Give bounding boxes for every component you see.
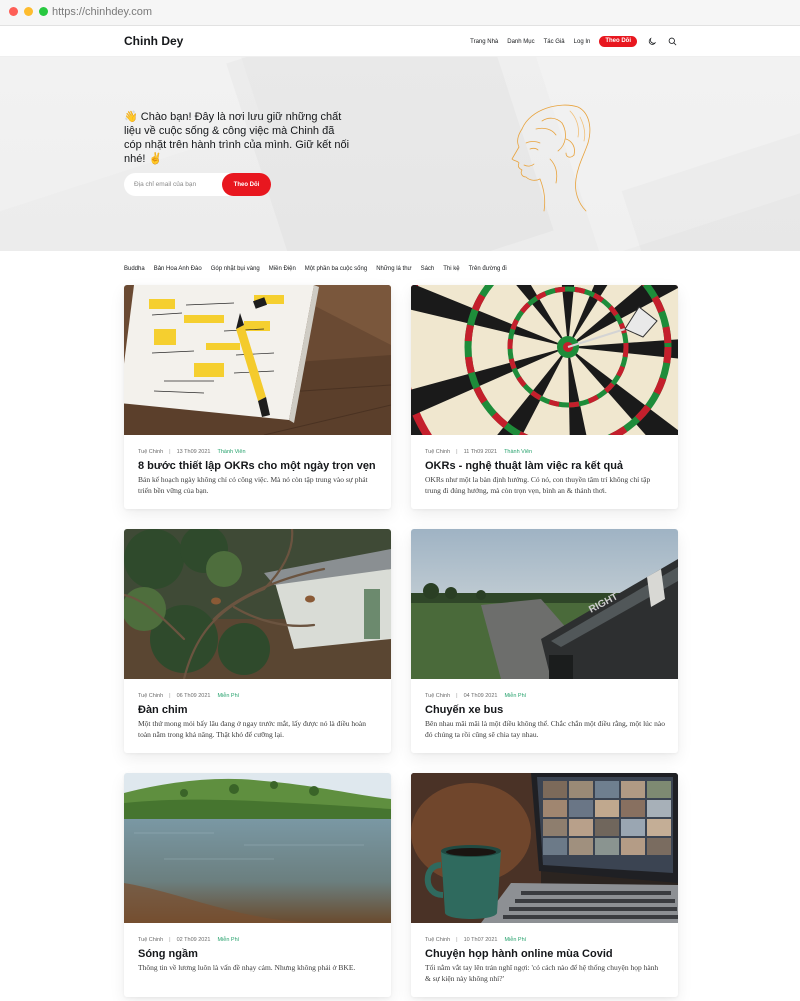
nav-authors[interactable]: Tác Giả — [544, 37, 565, 47]
face-line-art-illustration — [511, 104, 591, 212]
tag-link[interactable]: Buddha — [124, 265, 145, 273]
post-tier-badge: Miễn Phí — [504, 937, 527, 943]
post-author[interactable]: Tuệ Chinh — [138, 693, 163, 699]
search-icon[interactable] — [668, 37, 677, 46]
nav-login[interactable]: Log In — [574, 37, 591, 47]
tag-link[interactable]: Miền Điện — [269, 265, 296, 273]
nav-home[interactable]: Trang Nhà — [470, 37, 498, 47]
post-tier-badge: Thành Viên — [504, 449, 533, 455]
post-excerpt: Một thứ mong mỏi bấy lâu đang ở ngay trư… — [138, 719, 367, 739]
tag-link[interactable]: Trên đường đi — [469, 265, 507, 273]
site-header: Chinh Dey Trang Nhà Danh Mục Tác Giả Log… — [0, 26, 800, 57]
post-tier-badge: Thành Viên — [217, 449, 246, 455]
post-meta: Tuệ Chinh | 06 Th09 2021 Miễn Phí — [138, 693, 240, 699]
window-controls — [9, 7, 48, 16]
post-date: 04 Th09 2021 — [463, 693, 498, 699]
subscribe-button[interactable]: Theo Dõi — [599, 36, 637, 47]
post-excerpt: OKRs như một la bàn định hướng. Có nó, c… — [425, 475, 651, 495]
post-excerpt: Bên nhau mãi mãi là một điều không thể. … — [425, 719, 665, 739]
post-title[interactable]: Sóng ngầm — [138, 947, 378, 961]
subscribe-form: Theo Dõi — [124, 173, 271, 196]
tag-link[interactable]: Bản Hoa Anh Đào — [154, 265, 202, 273]
post-tier-badge: Miễn Phí — [217, 693, 240, 699]
post-card[interactable]: Tuệ Chinh | 06 Th09 2021 Miễn Phí Đàn chim … — [124, 529, 391, 753]
post-author[interactable]: Tuệ Chinh — [425, 693, 450, 699]
post-image-birds — [124, 529, 391, 679]
post-title[interactable]: Đàn chim — [138, 703, 378, 717]
post-author[interactable]: Tuệ Chinh — [425, 449, 450, 455]
post-author[interactable]: Tuệ Chinh — [425, 937, 450, 943]
post-title[interactable]: OKRs - nghệ thuật làm việc ra kết quả — [425, 459, 665, 473]
post-excerpt: Thông tin về lương luôn là vấn đề nhạy c… — [138, 963, 356, 972]
post-image-notebook — [124, 285, 391, 435]
tag-link[interactable]: Góp nhặt bụi vàng — [211, 265, 260, 273]
address-bar[interactable]: https://chinhdey.com — [52, 5, 152, 19]
post-card[interactable]: Tuệ Chinh | 13 Th09 2021 Thành Viên 8 bước … — [124, 285, 391, 509]
post-meta: Tuệ Chinh | 04 Th09 2021 Miễn Phí — [425, 693, 527, 699]
hero-subscribe-button[interactable]: Theo Dõi — [222, 173, 271, 196]
post-meta: Tuệ Chinh | 11 Th09 2021 Thành Viên — [425, 449, 533, 455]
post-author[interactable]: Tuệ Chinh — [138, 937, 163, 943]
post-meta: Tuệ Chinh | 13 Th09 2021 Thành Viên — [138, 449, 246, 455]
tag-link[interactable]: Một phần ba cuộc sống — [305, 265, 367, 273]
post-card[interactable]: Tuệ Chinh | 10 Th07 2021 Miễn Phí Chuyện họ… — [411, 773, 678, 997]
email-field[interactable] — [124, 173, 222, 196]
post-date: 11 Th09 2021 — [463, 449, 498, 455]
site-logo[interactable]: Chinh Dey — [124, 34, 183, 49]
post-title[interactable]: Chuyện họp hành online mùa Covid — [425, 947, 665, 961]
tag-link[interactable]: Những lá thư — [376, 265, 411, 273]
post-date: 02 Th09 2021 — [176, 937, 211, 943]
post-title[interactable]: 8 bước thiết lập OKRs cho một ngày trọn … — [138, 459, 378, 473]
post-card[interactable]: Tuệ Chinh | 02 Th09 2021 Miễn Phí Sóng ngầm… — [124, 773, 391, 997]
nav-categories[interactable]: Danh Mục — [507, 37, 534, 47]
tag-link[interactable]: Sách — [421, 265, 435, 273]
post-excerpt: Tối nằm vắt tay lên trán nghĩ ngợi: 'có … — [425, 963, 659, 983]
post-card[interactable]: Tuệ Chinh | 11 Th09 2021 Thành Viên OKRs - … — [411, 285, 678, 509]
main-nav: Trang Nhà Danh Mục Tác Giả Log In Theo D… — [470, 36, 637, 47]
minimize-window-button[interactable] — [24, 7, 33, 16]
post-date: 13 Th09 2021 — [176, 449, 211, 455]
close-window-button[interactable] — [9, 7, 18, 16]
post-author[interactable]: Tuệ Chinh — [138, 449, 163, 455]
post-meta: Tuệ Chinh | 02 Th09 2021 Miễn Phí — [138, 937, 240, 943]
post-date: 06 Th09 2021 — [176, 693, 211, 699]
tag-link[interactable]: Thi kệ — [443, 265, 459, 273]
moon-icon[interactable] — [648, 37, 657, 46]
browser-toolbar: https://chinhdey.com — [0, 0, 800, 26]
post-tier-badge: Miễn Phí — [504, 693, 527, 699]
post-date: 10 Th07 2021 — [463, 937, 498, 943]
post-tier-badge: Miễn Phí — [217, 937, 240, 943]
post-image-lake — [124, 773, 391, 923]
post-image-bus: RIGHT — [411, 529, 678, 679]
post-title[interactable]: Chuyến xe bus — [425, 703, 665, 717]
tag-nav: Buddha Bản Hoa Anh Đào Góp nhặt bụi vàng… — [124, 265, 507, 273]
hero-intro-text: 👋 Chào bạn! Đây là nơi lưu giữ những chấ… — [124, 111, 350, 165]
post-image-video-call — [411, 773, 678, 923]
hero-section: 👋 Chào bạn! Đây là nơi lưu giữ những chấ… — [0, 57, 800, 251]
post-meta: Tuệ Chinh | 10 Th07 2021 Miễn Phí — [425, 937, 527, 943]
post-card[interactable]: RIGHT Tuệ Chinh | 04 Th09 2021 Miễn Phí Chu… — [411, 529, 678, 753]
maximize-window-button[interactable] — [39, 7, 48, 16]
post-excerpt: Bản kế hoạch ngày không chỉ có công việc… — [138, 475, 368, 495]
post-image-dartboard — [411, 285, 678, 435]
